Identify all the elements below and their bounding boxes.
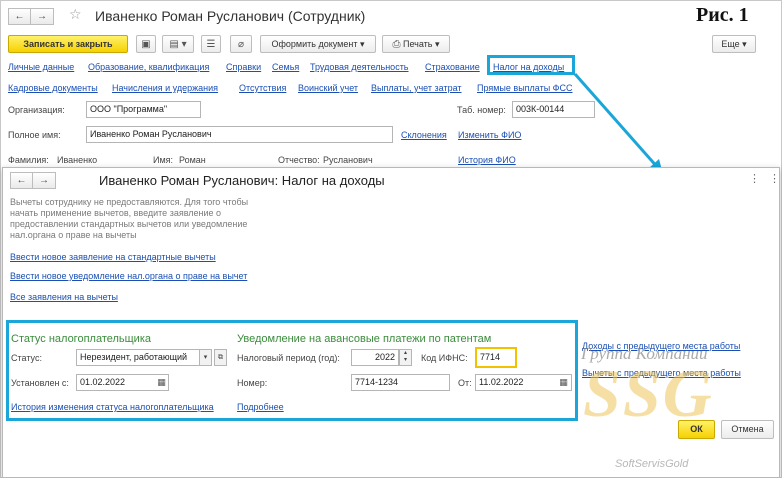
calendar-icon[interactable]: ▦	[155, 374, 168, 391]
link-accruals[interactable]: Начисления и удержания	[112, 83, 218, 93]
cancel-button[interactable]: Отмена	[721, 420, 774, 439]
declensions-link[interactable]: Склонения	[401, 130, 447, 140]
fullname-label: Полное имя:	[8, 130, 61, 140]
surname-label: Фамилия:	[8, 155, 49, 165]
link-personnel-docs[interactable]: Кадровые документы	[8, 83, 98, 93]
printer-icon: ⎙	[392, 39, 401, 50]
from-label: От:	[458, 378, 472, 388]
tax-period-label: Налоговый период (год):	[237, 353, 340, 363]
deductions-prev-link[interactable]: Вычеты с предыдущего места работы	[582, 368, 741, 378]
tab-number-label: Таб. номер:	[457, 105, 506, 115]
deductions-note: Вычеты сотруднику не предоставляются. Дл…	[10, 197, 248, 241]
print-button[interactable]: ⎙ Печать ▾	[382, 35, 450, 53]
status-history-link[interactable]: История изменения статуса налогоплательщ…	[11, 402, 214, 412]
link-fss[interactable]: Прямые выплаты ФСС	[477, 83, 573, 93]
patronymic-value: Русланович	[323, 155, 373, 165]
status-field[interactable]: Нерезидент, работающий	[76, 349, 200, 366]
new-notice-link[interactable]: Ввести новое уведомление нал.органа о пр…	[10, 271, 247, 281]
window-title: Иваненко Роман Русланович: Налог на дохо…	[99, 173, 385, 188]
more-details-link[interactable]: Подробнее	[237, 402, 284, 412]
link-education[interactable]: Образование, квалификация	[88, 62, 209, 72]
status-label: Статус:	[11, 353, 42, 363]
forward-arrow-icon[interactable]: →	[31, 8, 54, 25]
report-icon[interactable]: ☰	[201, 35, 221, 53]
save-icon[interactable]: ▣	[136, 35, 156, 53]
save-close-button[interactable]: Записать и закрыть	[8, 35, 128, 53]
patent-group-title: Уведомление на авансовые платежи по пате…	[237, 333, 492, 345]
ifns-label: Код ИФНС:	[421, 353, 468, 363]
callout-arrow	[573, 73, 663, 174]
org-label: Организация:	[8, 105, 65, 115]
name-value: Роман	[179, 155, 206, 165]
ifns-field[interactable]: 7714	[475, 347, 517, 368]
number-label: Номер:	[237, 378, 268, 388]
income-tax-window: ← → Иваненко Роман Русланович: Налог на …	[2, 167, 780, 478]
more-label: Еще	[721, 39, 740, 49]
change-fio-link[interactable]: Изменить ФИО	[458, 130, 521, 140]
more-button[interactable]: Еще ▾	[712, 35, 756, 53]
menu-dots-icon[interactable]: ⋮	[769, 172, 780, 185]
kebab-icon[interactable]: ⋮	[749, 172, 760, 185]
link-payments[interactable]: Выплаты, учет затрат	[371, 83, 462, 93]
note-line: нал.органа о праве на вычеты	[10, 230, 137, 240]
link-employment[interactable]: Трудовая деятельность	[310, 62, 409, 72]
number-field[interactable]: 7714-1234	[351, 374, 450, 391]
link-military[interactable]: Воинский учет	[298, 83, 358, 93]
attachment-icon[interactable]: ⌀	[230, 35, 252, 53]
status-group-title: Статус налогоплательщика	[11, 333, 152, 345]
note-line: Вычеты сотруднику не предоставляются. Дл…	[10, 197, 249, 207]
note-line: предоставлении стандартных вычетов или у…	[10, 219, 248, 229]
income-prev-link[interactable]: Доходы с предыдущего места работы	[582, 341, 740, 351]
link-family[interactable]: Семья	[272, 62, 299, 72]
all-applications-link[interactable]: Все заявления на вычеты	[10, 292, 118, 302]
year-spinner-icon[interactable]: ▴ ▾	[399, 349, 412, 366]
link-certificates[interactable]: Справки	[226, 62, 261, 72]
link-absences[interactable]: Отсутствия	[239, 83, 286, 93]
patronymic-label: Отчество:	[278, 155, 320, 165]
status-dropdown-icon[interactable]: ▾	[199, 349, 212, 366]
back-forward-buttons: ← →	[8, 8, 54, 25]
forward-arrow-icon[interactable]: →	[33, 172, 56, 189]
established-label: Установлен с:	[11, 378, 69, 388]
name-label: Имя:	[153, 155, 174, 165]
history-fio-link[interactable]: История ФИО	[458, 155, 516, 165]
link-personal-data[interactable]: Личные данные	[8, 62, 74, 72]
new-application-link[interactable]: Ввести новое заявление на стандартные вы…	[10, 252, 216, 262]
note-line: начать применение вычетов, введите заявл…	[10, 208, 222, 218]
link-insurance[interactable]: Страхование	[425, 62, 480, 72]
status-open-icon[interactable]: ⧉	[214, 349, 227, 366]
create-document-label: Оформить документ	[271, 39, 358, 49]
org-field[interactable]: ООО "Программа"	[86, 101, 201, 118]
ok-button[interactable]: ОК	[678, 420, 715, 439]
fullname-field[interactable]: Иваненко Роман Русланович	[86, 126, 393, 143]
window-title: Иваненко Роман Русланович (Сотрудник)	[95, 8, 366, 24]
back-arrow-icon[interactable]: ←	[8, 8, 31, 25]
front-back-forward: ← →	[10, 172, 56, 189]
figure-label: Рис. 1	[696, 4, 749, 26]
calendar-icon[interactable]: ▦	[557, 374, 570, 391]
favorite-star-icon[interactable]: ☆	[69, 6, 82, 23]
tax-period-field[interactable]: 2022	[351, 349, 399, 366]
print-label: Печать	[403, 39, 433, 49]
surname-value: Иваненко	[57, 155, 98, 165]
create-based-icon[interactable]: ▤ ▾	[162, 35, 194, 53]
create-document-button[interactable]: Оформить документ ▾	[260, 35, 376, 53]
back-arrow-icon[interactable]: ←	[10, 172, 33, 189]
